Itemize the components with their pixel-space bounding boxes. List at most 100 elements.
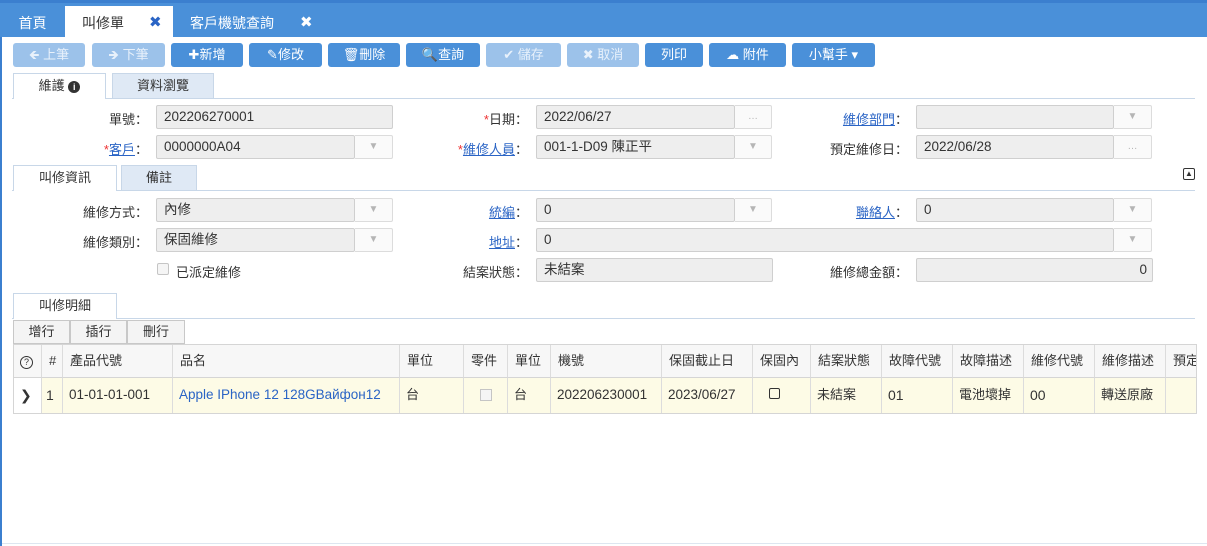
cell-product-name[interactable]: Apple IPhone 12 128GBайфон12 (173, 378, 400, 413)
in-warranty-checkbox[interactable] (769, 388, 780, 399)
cell-part[interactable] (464, 378, 508, 413)
cell-fault-code[interactable]: 01 (882, 378, 953, 413)
caret-down-icon: ▾ (847, 47, 859, 62)
date-picker-button[interactable]: … (1114, 135, 1152, 159)
help-icon[interactable]: ? (14, 345, 42, 378)
dept-field[interactable] (916, 105, 1114, 129)
total-amount-field[interactable]: 0 (916, 258, 1153, 282)
taxid-field[interactable]: 0 (536, 198, 735, 222)
cell-warranty-end[interactable]: 2023/06/27 (662, 378, 753, 413)
chevron-down-icon[interactable]: ▼ (355, 135, 393, 159)
chevron-down-icon[interactable]: ▼ (355, 228, 393, 252)
tab-home[interactable]: 首頁 (0, 6, 65, 40)
query-label: 查詢 (438, 47, 465, 62)
cell-close-status[interactable]: 未結案 (811, 378, 882, 413)
tab-repair-info-label: 叫修資訊 (38, 170, 91, 185)
row-pointer-icon[interactable]: ❯ (14, 378, 42, 413)
col-header-warranty-end: 保固截止日 (662, 345, 753, 378)
scheduled-date-field[interactable]: 2022/06/28 (916, 135, 1114, 159)
cell-repair-code[interactable]: 00 (1024, 378, 1095, 413)
save-label: 儲存 (517, 47, 544, 62)
arrow-left-icon: 🡸 (28, 47, 44, 62)
tab-maintain[interactable]: 維護 i (13, 73, 106, 99)
pencil-icon: ✎ (267, 47, 278, 62)
col-header-fault-desc: 故障描述 (953, 345, 1024, 378)
close-icon[interactable]: ✖ (300, 6, 313, 40)
add-row-label: 增行 (28, 324, 55, 339)
chevron-down-icon[interactable]: ▼ (1114, 228, 1152, 252)
cell-fault-desc[interactable]: 電池壞掉 (953, 378, 1024, 413)
date-picker-button[interactable]: … (735, 105, 772, 129)
staff-field[interactable]: 001-1-D09 陳正平 (536, 135, 735, 159)
cell-repair-desc[interactable]: 轉送原廠 (1095, 378, 1166, 413)
query-button[interactable]: 🔍查詢 (406, 43, 480, 67)
helper-button[interactable]: 小幫手 ▾ (792, 43, 875, 67)
chevron-down-icon[interactable]: ▼ (735, 198, 772, 222)
cell-in-warranty[interactable] (753, 378, 811, 413)
left-frame-border (0, 37, 2, 546)
save-button[interactable]: ✔ 儲存 (486, 43, 561, 67)
edit-button[interactable]: ✎修改 (249, 43, 322, 67)
close-icon[interactable]: ✖ (149, 6, 162, 40)
search-icon: 🔍 (421, 47, 439, 62)
dept-link[interactable]: 維修部門 (843, 112, 895, 127)
collapse-icon[interactable]: ▲ (1183, 168, 1195, 180)
trash-icon: 🗑 (342, 47, 360, 62)
add-row-button[interactable]: 增行 (13, 320, 70, 344)
main-tab-divider (12, 98, 1195, 99)
tab-memo-label: 備註 (145, 170, 172, 185)
taxid-label: 統編： (488, 205, 528, 220)
repair-type-field[interactable]: 保固維修 (156, 228, 355, 252)
detail-tab-divider (12, 318, 1195, 319)
cell-unit[interactable]: 台 (400, 378, 464, 413)
print-button[interactable]: 列印 (645, 43, 703, 67)
contact-label: 聯絡人： (855, 205, 908, 220)
address-field[interactable]: 0 (536, 228, 1114, 252)
next-button[interactable]: 🡺 下筆 (92, 43, 165, 67)
insert-row-label: 插行 (85, 324, 112, 339)
tab-repair-info[interactable]: 叫修資訊 (13, 165, 117, 191)
attach-button[interactable]: ☁ 附件 (709, 43, 786, 67)
chevron-down-icon[interactable]: ▼ (1114, 198, 1152, 222)
insert-row-button[interactable]: 插行 (70, 320, 127, 344)
date-label: *日期： (483, 112, 528, 127)
close-status-field[interactable]: 未結案 (536, 258, 773, 282)
staff-link[interactable]: 維修人員 (463, 142, 515, 157)
chevron-down-icon[interactable]: ▼ (1114, 105, 1152, 129)
tab-query-label: 客戶機號查詢 (190, 15, 274, 31)
col-header-repair-desc: 維修描述 (1095, 345, 1166, 378)
prev-button[interactable]: 🡸 上筆 (13, 43, 85, 67)
add-button[interactable]: ✚新增 (171, 43, 243, 67)
repair-method-field[interactable]: 內修 (156, 198, 355, 222)
date-field[interactable]: 2022/06/27 (536, 105, 735, 129)
cancel-button[interactable]: ✖ 取消 (567, 43, 639, 67)
order-no-field[interactable]: 202206270001 (156, 105, 393, 129)
col-header-unit-2: 單位 (508, 345, 551, 378)
cell-product-code[interactable]: 01-01-01-001 (63, 378, 173, 413)
cell-unit-2[interactable]: 台 (508, 378, 551, 413)
delete-button[interactable]: 🗑刪除 (328, 43, 400, 67)
cloud-upload-icon: ☁ (726, 47, 743, 62)
delete-row-button[interactable]: 刪行 (127, 320, 185, 344)
part-checkbox[interactable] (480, 389, 492, 401)
contact-field[interactable]: 0 (916, 198, 1114, 222)
dept-label: 維修部門： (842, 112, 908, 127)
contact-link[interactable]: 聯絡人 (856, 205, 895, 220)
tab-detail[interactable]: 叫修明細 (13, 293, 117, 319)
chevron-down-icon[interactable]: ▼ (735, 135, 772, 159)
tab-browse[interactable]: 資料瀏覽 (112, 73, 214, 98)
chevron-down-icon[interactable]: ▼ (355, 198, 393, 222)
tab-memo[interactable]: 備註 (121, 165, 197, 190)
tab-repair[interactable]: 叫修單 ✖ (65, 6, 173, 40)
address-link[interactable]: 地址 (489, 235, 515, 250)
cell-serial[interactable]: 202206230001 (551, 378, 662, 413)
col-header-in-warranty: 保固內 (753, 345, 811, 378)
tab-customer-query[interactable]: 客戶機號查詢 ✖ (173, 6, 323, 40)
taxid-link[interactable]: 統編 (489, 205, 515, 220)
address-label: 地址： (488, 235, 528, 250)
dispatched-checkbox[interactable] (157, 263, 169, 275)
cell-scheduled[interactable] (1166, 378, 1196, 413)
customer-link[interactable]: 客戶 (109, 142, 135, 157)
customer-label: *客戶： (103, 142, 148, 157)
customer-field[interactable]: 0000000A04 (156, 135, 355, 159)
